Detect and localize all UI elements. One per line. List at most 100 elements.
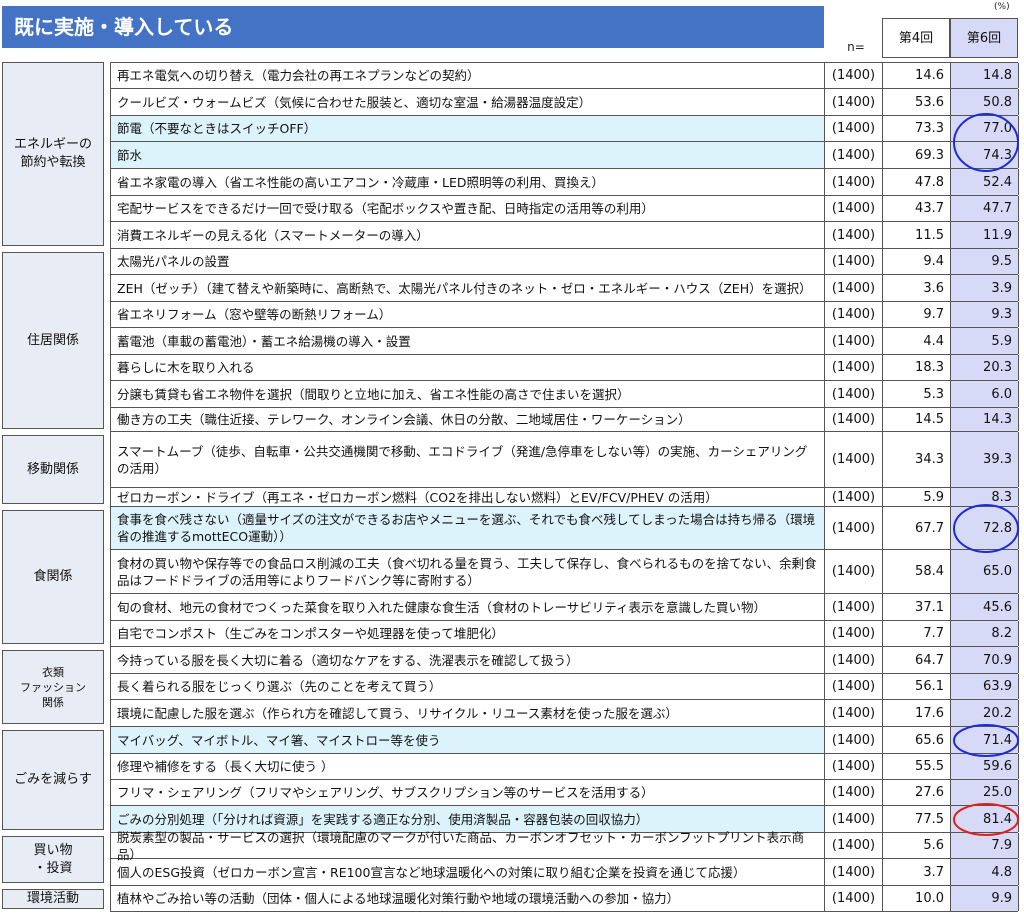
row-value-round4: 3.6 [883, 275, 951, 301]
row-value-round6: 65.0 [951, 550, 1019, 593]
table-row: 長く着られる服をじっくり選ぶ（先のことを考えて買う） (1400) 56.1 63.9 [110, 674, 1019, 700]
table-row: 働き方の工夫（職住近接、テレワーク、オンライン会議、休日の分散、二地域居住・ワー… [110, 408, 1019, 432]
table-row: 植林やごみ拾い等の活動（団体・個人による地球温暖化対策行動や地域の環境活動への参… [110, 886, 1019, 912]
row-sample-size: (1400) [825, 302, 883, 327]
row-value-round4: 56.1 [883, 674, 951, 699]
row-value-round4: 69.3 [883, 142, 951, 168]
row-sample-size: (1400) [825, 550, 883, 593]
row-value-round4: 53.6 [883, 89, 951, 115]
table-row: 節電（不要なときはスイッチOFF） (1400) 73.3 77.0 [110, 116, 1019, 142]
row-sample-size: (1400) [825, 488, 883, 506]
category-label: ごみを減らす [2, 730, 104, 830]
row-item-label: フリマ・シェアリング（フリマやシェアリング、サブスクリプション等のサービスを活用… [111, 780, 825, 805]
table-row: クールビズ・ウォームビズ（気候に合わせた服装と、適切な室温・給湯器温度設定） (1… [110, 89, 1019, 116]
section-title: 既に実施・導入している [2, 6, 824, 48]
row-value-round6: 63.9 [951, 674, 1019, 699]
row-value-round6: 14.8 [951, 63, 1019, 88]
row-value-round4: 47.8 [883, 169, 951, 195]
table-row: ゼロカーボン・ドライブ（再エネ・ゼロカーボン燃料（CO2を排出しない燃料）とEV… [110, 488, 1019, 507]
row-value-round6: 47.7 [951, 196, 1019, 221]
row-sample-size: (1400) [825, 142, 883, 168]
category-label: 衣類 ファッション 関係 [2, 650, 104, 724]
row-item-label: 修理や補修をする（長く大切に使う ） [111, 754, 825, 779]
table-row: 食材の買い物や保存等での食品ロス削減の工夫（食べ切れる量を買う、工夫して保存し、… [110, 550, 1019, 594]
row-value-round4: 5.9 [883, 488, 951, 506]
row-value-round6: 74.3 [951, 142, 1019, 168]
row-value-round6: 9.5 [951, 249, 1019, 274]
row-item-label: 節電（不要なときはスイッチOFF） [111, 116, 825, 141]
table-row: 修理や補修をする（長く大切に使う ） (1400) 55.5 59.6 [110, 754, 1019, 780]
table-row: 環境に配慮した服を選ぶ（作られ方を確認して買う、リサイクル・リユース素材を使った… [110, 700, 1019, 727]
table-row: 省エネリフォーム（窓や壁等の断熱リフォーム） (1400) 9.7 9.3 [110, 302, 1019, 328]
table-row: スマートムーブ（徒歩、自転車・公共交通機関で移動、エコドライブ（発進/急停車をし… [110, 432, 1019, 488]
row-value-round6: 11.9 [951, 222, 1019, 248]
table-row: マイバッグ、マイボトル、マイ箸、マイストロー等を使う (1400) 65.6 71.4 [110, 727, 1019, 754]
row-value-round4: 37.1 [883, 594, 951, 620]
row-sample-size: (1400) [825, 196, 883, 221]
row-value-round4: 3.7 [883, 859, 951, 885]
row-value-round4: 14.5 [883, 408, 951, 431]
sample-size-label: n= [847, 40, 865, 54]
row-sample-size: (1400) [825, 806, 883, 832]
table-row: 今持っている服を長く大切に着る（適切なケアをする、洗濯表示を確認して扱う） (14… [110, 647, 1019, 674]
row-value-round4: 64.7 [883, 647, 951, 673]
row-value-round6: 8.2 [951, 621, 1019, 646]
row-sample-size: (1400) [825, 63, 883, 88]
row-value-round4: 4.4 [883, 328, 951, 354]
category-label: エネルギーの 節約や転換 [2, 62, 104, 246]
row-value-round4: 55.5 [883, 754, 951, 779]
row-value-round4: 9.4 [883, 249, 951, 274]
row-item-label: 暮らしに木を取り入れる [111, 355, 825, 380]
category-label: 移動関係 [2, 435, 104, 504]
table-row: 省エネ家電の導入（省エネ性能の高いエアコン・冷蔵庫・LED照明等の利用、買換え）… [110, 169, 1019, 196]
row-item-label: 長く着られる服をじっくり選ぶ（先のことを考えて買う） [111, 674, 825, 699]
row-value-round6: 7.9 [951, 833, 1019, 858]
row-value-round4: 9.7 [883, 302, 951, 327]
row-value-round6: 9.9 [951, 886, 1019, 911]
table-row: 蓄電池（車載の蓄電池）・蓄エネ給湯機の導入・設置 (1400) 4.4 5.9 [110, 328, 1019, 355]
row-value-round6: 81.4 [951, 806, 1019, 832]
row-item-label: 食材の買い物や保存等での食品ロス削減の工夫（食べ切れる量を買う、工夫して保存し、… [111, 550, 825, 593]
row-sample-size: (1400) [825, 886, 883, 911]
row-item-label: 食事を食べ残さない（適量サイズの注文ができるお店やメニューを選ぶ、それでも食べ残… [111, 507, 825, 549]
row-value-round6: 52.4 [951, 169, 1019, 195]
table-row: 個人のESG投資（ゼロカーボン宣言・RE100宣言など地球温暖化への対策に取り組… [110, 859, 1019, 886]
row-value-round4: 67.7 [883, 507, 951, 549]
row-item-label: クールビズ・ウォームビズ（気候に合わせた服装と、適切な室温・給湯器温度設定） [111, 89, 825, 115]
row-value-round6: 3.9 [951, 275, 1019, 301]
column-header-round4: 第4回 [882, 18, 950, 58]
row-value-round6: 70.9 [951, 647, 1019, 673]
category-label: 食関係 [2, 510, 104, 644]
row-sample-size: (1400) [825, 222, 883, 248]
table-row: 宅配サービスをできるだけ一回で受け取る（宅配ボックスや置き配、日時指定の活用等の… [110, 196, 1019, 222]
row-sample-size: (1400) [825, 594, 883, 620]
row-item-label: スマートムーブ（徒歩、自転車・公共交通機関で移動、エコドライブ（発進/急停車をし… [111, 432, 825, 487]
row-value-round6: 5.9 [951, 328, 1019, 354]
row-value-round4: 5.3 [883, 381, 951, 407]
row-item-label: 今持っている服を長く大切に着る（適切なケアをする、洗濯表示を確認して扱う） [111, 647, 825, 673]
row-item-label: 環境に配慮した服を選ぶ（作られ方を確認して買う、リサイクル・リユース素材を使った… [111, 700, 825, 726]
row-sample-size: (1400) [825, 727, 883, 753]
category-label: 環境活動 [2, 889, 104, 909]
row-sample-size: (1400) [825, 328, 883, 354]
row-sample-size: (1400) [825, 674, 883, 699]
row-sample-size: (1400) [825, 116, 883, 141]
row-item-label: 宅配サービスをできるだけ一回で受け取る（宅配ボックスや置き配、日時指定の活用等の… [111, 196, 825, 221]
row-item-label: 再エネ電気への切り替え（電力会社の再エネプランなどの契約） [111, 63, 825, 88]
row-value-round6: 4.8 [951, 859, 1019, 885]
row-sample-size: (1400) [825, 647, 883, 673]
row-sample-size: (1400) [825, 408, 883, 431]
row-value-round6: 8.3 [951, 488, 1019, 506]
row-value-round4: 10.0 [883, 886, 951, 911]
table-row: 食事を食べ残さない（適量サイズの注文ができるお店やメニューを選ぶ、それでも食べ残… [110, 507, 1019, 550]
row-value-round4: 43.7 [883, 196, 951, 221]
row-value-round4: 14.6 [883, 63, 951, 88]
row-sample-size: (1400) [825, 780, 883, 805]
row-item-label: 植林やごみ拾い等の活動（団体・個人による地球温暖化対策行動や地域の環境活動への参… [111, 886, 825, 911]
row-item-label: 働き方の工夫（職住近接、テレワーク、オンライン会議、休日の分散、二地域居住・ワー… [111, 408, 825, 431]
table-row: 暮らしに木を取り入れる (1400) 18.3 20.3 [110, 355, 1019, 381]
category-label: 買い物 ・投資 [2, 836, 104, 883]
row-sample-size: (1400) [825, 249, 883, 274]
row-item-label: 消費エネルギーの見える化（スマートメーターの導入） [111, 222, 825, 248]
table-row: 消費エネルギーの見える化（スマートメーターの導入） (1400) 11.5 11.9 [110, 222, 1019, 249]
